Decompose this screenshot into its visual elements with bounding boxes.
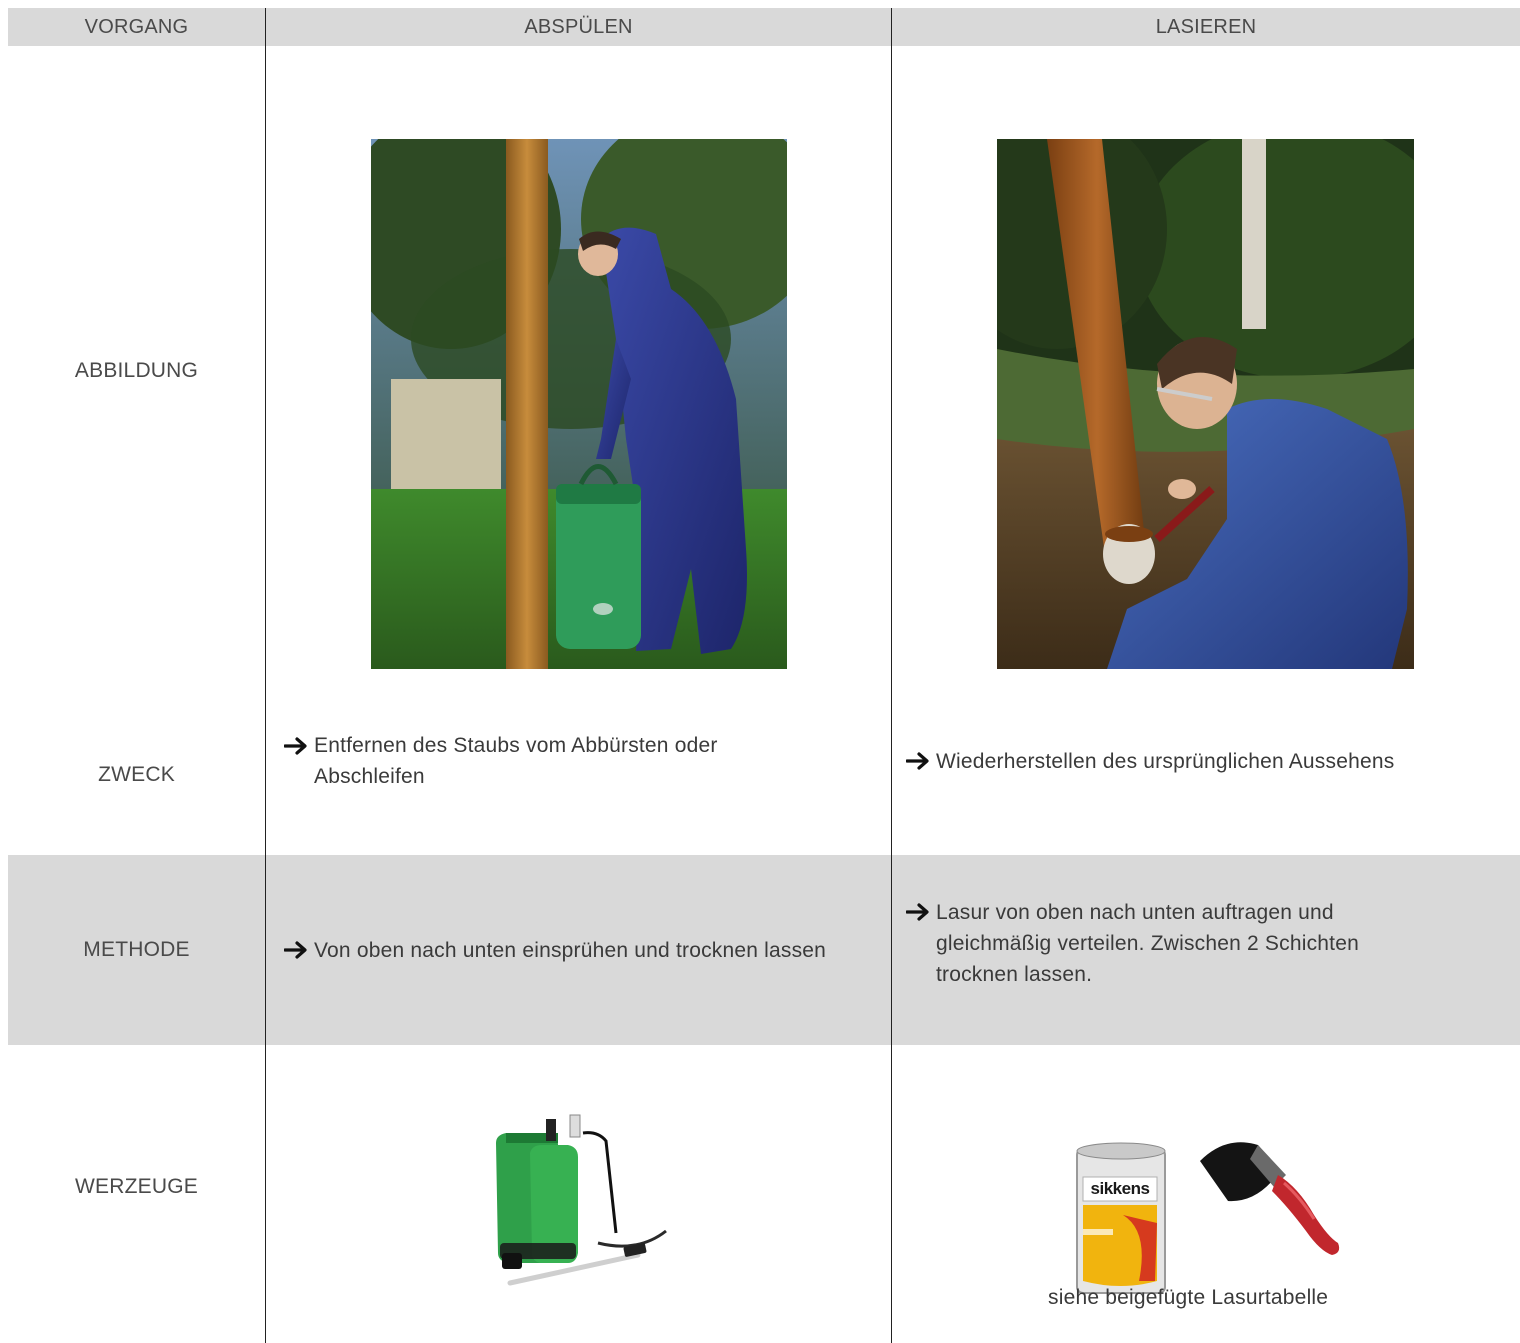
methode-abspuelen-cell: Von oben nach unten einsprühen und trock… [266,855,892,1045]
werkzeuge-abspuelen-cell [266,1045,892,1343]
paint-brush-icon [1200,1142,1340,1255]
paint-brush-image [1188,1131,1348,1281]
staining-photo [997,139,1414,669]
header-abspuelen: ABSPÜLEN [266,8,892,46]
row-methode-label: METHODE [83,938,190,961]
header-lasieren-label: LASIEREN [1155,15,1257,38]
row-werkzeuge-label: WERZEUGE [75,1175,198,1198]
werkzeuge-lasieren-cell: sikkens siehe beigefügte Lasurtabelle [892,1045,1520,1343]
methode-lasieren-item: Lasur von oben nach unten auftragen und … [906,897,1436,990]
stain-can-icon [1076,1142,1166,1294]
header-lasieren: LASIEREN [892,8,1520,46]
can-brand-text: sikkens [1090,1179,1150,1198]
header-vorgang-label: VORGANG [84,15,189,38]
lasur-table-caption: siehe beigefügte Lasurtabelle [1048,1286,1329,1309]
zweck-lasieren-item: Wiederherstellen des ursprünglichen Auss… [906,746,1394,777]
methode-lasieren-cell: Lasur von oben nach unten auftragen und … [892,855,1520,1045]
arrow-right-icon [284,730,314,761]
zweck-abspuelen-text: Entfernen des Staubs vom Abbürsten oder … [314,734,718,788]
methode-abspuelen-text: Von oben nach unten einsprühen und trock… [314,938,827,962]
abbildung-lasieren-cell [892,46,1520,695]
row-zweck-label: ZWECK [98,763,175,786]
arrow-right-icon [906,746,936,777]
pressure-sprayer-icon [496,1114,667,1286]
rinsing-photo [371,139,787,669]
zweck-abspuelen-cell: Entfernen des Staubs vom Abbürsten oder … [266,695,892,855]
methode-lasieren-text: Lasur von oben nach unten auftragen und … [936,900,1359,986]
row-methode-label-cell: METHODE [8,855,266,1045]
row-abbildung-label-cell: ABBILDUNG [8,46,266,695]
zweck-lasieren-text: Wiederherstellen des ursprünglichen Auss… [936,749,1395,773]
stain-can-image: sikkens [1071,1141,1173,1301]
header-abspuelen-label: ABSPÜLEN [524,15,633,38]
row-werkzeuge-label-cell: WERZEUGE [8,1045,266,1343]
pressure-sprayer-image [488,1113,688,1293]
arrow-right-icon [284,935,314,966]
zweck-lasieren-cell: Wiederherstellen des ursprünglichen Auss… [892,695,1520,855]
zweck-abspuelen-item: Entfernen des Staubs vom Abbürsten oder … [284,730,794,792]
header-vorgang: VORGANG [8,8,266,46]
methode-abspuelen-item: Von oben nach unten einsprühen und trock… [284,935,854,966]
row-abbildung-label: ABBILDUNG [74,358,199,382]
rinsing-photo-illustration [371,139,787,669]
arrow-right-icon [906,897,936,928]
abbildung-abspuelen-cell [266,46,892,695]
staining-photo-illustration [997,139,1414,669]
procedure-table: VORGANG ABSPÜLEN LASIEREN ABBILDUNG ZWEC… [8,8,1520,1343]
row-zweck-label-cell: ZWECK [8,695,266,855]
